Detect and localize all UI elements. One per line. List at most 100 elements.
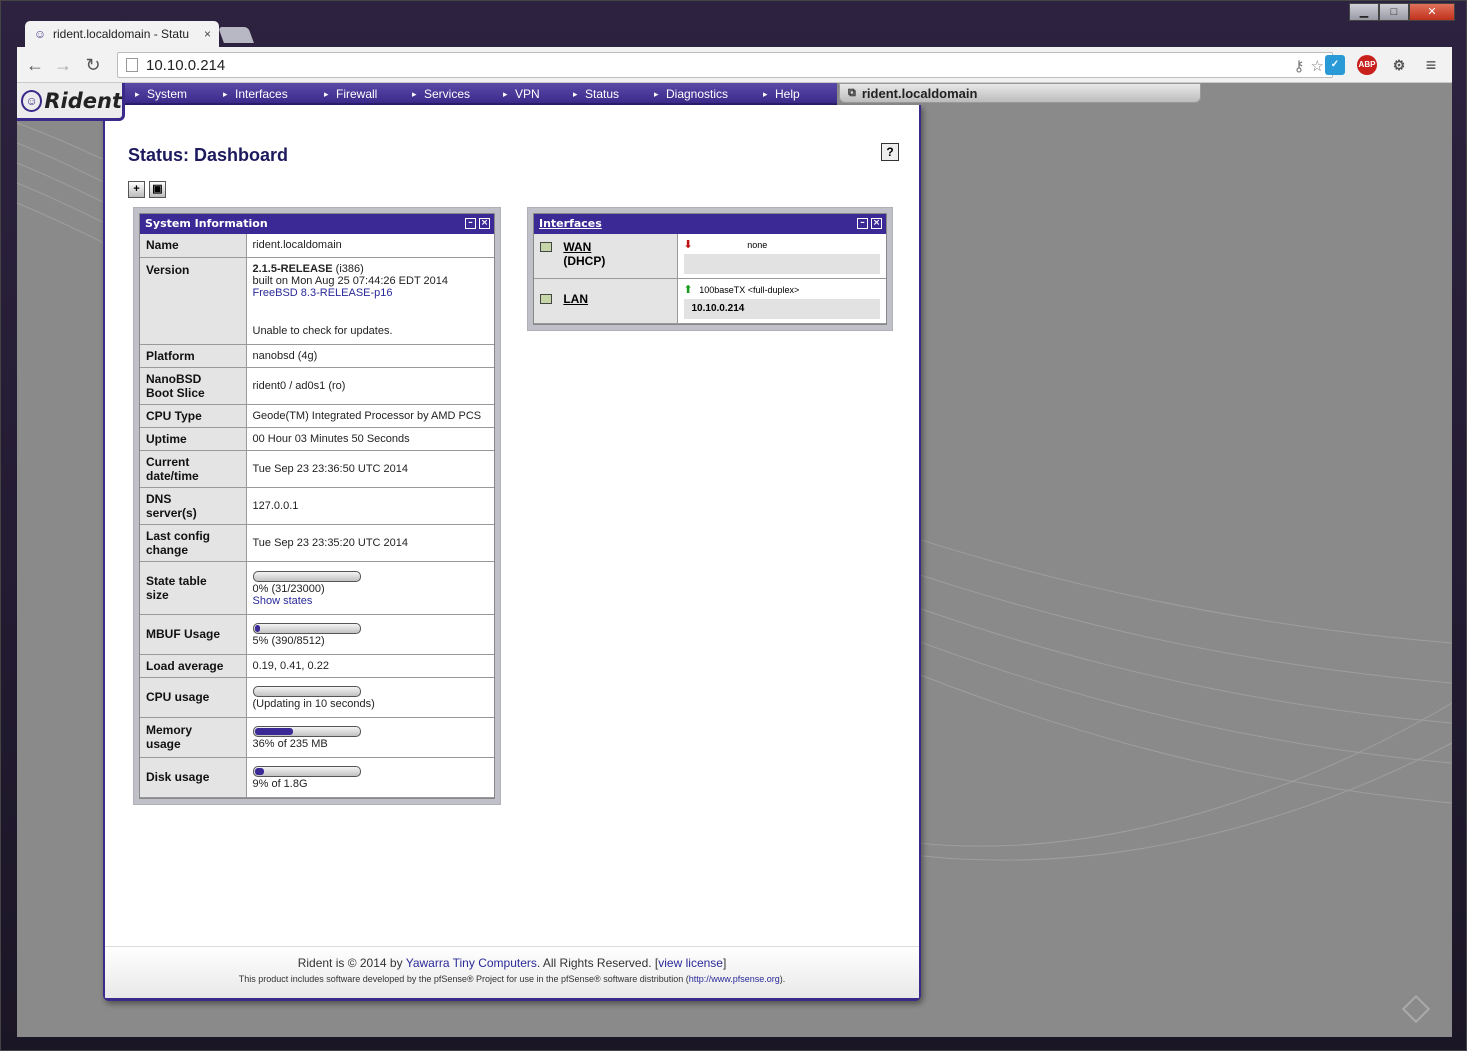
menu-status[interactable]: Status	[573, 83, 654, 105]
reload-button[interactable]: ↻	[79, 51, 107, 79]
tab-strip: ☺ rident.localdomain - Statu × ▁ □ ✕	[1, 1, 1467, 47]
label-line: server(s)	[146, 505, 197, 520]
notice-text: This product includes software developed…	[238, 974, 689, 984]
memory-usage-value: 36% of 235 MB	[252, 738, 328, 750]
rident-logo[interactable]: ☺ Rident	[17, 83, 125, 121]
progress-fill	[254, 625, 260, 632]
label-line: change	[146, 542, 189, 557]
pfsense-link[interactable]: http://www.pfsense.org	[689, 974, 780, 984]
window-controls: ▁ □ ✕	[1349, 3, 1455, 23]
table-row: CPU usage (Updating in 10 seconds)	[140, 677, 494, 718]
checkmark-extension-icon[interactable]: ✓	[1325, 55, 1345, 75]
table-row: Name rident.localdomain	[140, 234, 494, 258]
cpu-usage-value: (Updating in 10 seconds)	[252, 698, 375, 710]
row-value: 0.19, 0.41, 0.22	[246, 654, 494, 678]
table-row: NanoBSD Boot Slice rident0 / ad0s1 (ro)	[140, 367, 494, 405]
maximize-button[interactable]: □	[1379, 3, 1409, 21]
browser-window: ☺ rident.localdomain - Statu × ▁ □ ✕ ← →…	[0, 0, 1467, 1051]
table-row: Last config change Tue Sep 23 23:35:20 UT…	[140, 524, 494, 562]
chrome-menu-icon[interactable]: ≡	[1421, 55, 1441, 75]
row-value: nanobsd (4g)	[246, 344, 494, 368]
row-label: Disk usage	[140, 757, 247, 798]
mbuf-value: 5% (390/8512)	[252, 635, 325, 647]
menu-help[interactable]: Help	[763, 83, 823, 105]
menu-diagnostics[interactable]: Diagnostics	[654, 83, 763, 105]
system-info-header: System Information – ×	[140, 214, 494, 234]
link-up-arrow-icon: ⬆	[683, 284, 693, 296]
row-value: 00 Hour 03 Minutes 50 Seconds	[246, 427, 494, 451]
help-icon[interactable]: ?	[881, 143, 899, 161]
menu-vpn[interactable]: VPN	[503, 83, 573, 105]
system-info-table: Name rident.localdomain Version 2.1.5-RE…	[140, 234, 494, 798]
hostname: rident.localdomain	[861, 85, 978, 101]
menu-interfaces[interactable]: Interfaces	[223, 83, 324, 105]
mbuf-progress-bar	[252, 623, 361, 634]
wan-link[interactable]: WAN (DHCP)	[563, 240, 605, 268]
interfaces-widget: Interfaces – × WAN (DHCP) ⬇ none LAN ⬆ 1…	[527, 207, 893, 331]
table-row: Load average 0.19, 0.41, 0.22	[140, 654, 494, 678]
window-close-button[interactable]: ✕	[1409, 3, 1455, 21]
view-license-link[interactable]: view license	[658, 956, 723, 970]
add-widget-icon[interactable]: +	[128, 181, 145, 198]
forward-button[interactable]: →	[49, 51, 77, 79]
row-label: Platform	[140, 344, 247, 368]
lan-link[interactable]: LAN	[563, 292, 588, 306]
tab-close-icon[interactable]: ×	[204, 27, 211, 41]
row-label: DNS server(s)	[140, 487, 247, 525]
content-panel: Status: Dashboard ? + ▣ System Informati…	[103, 105, 921, 1001]
freebsd-version-link[interactable]: FreeBSD 8.3-RELEASE-p16	[253, 287, 489, 299]
row-value: Geode(TM) Integrated Processor by AMD PC…	[246, 404, 494, 428]
table-row: Memory usage 36% of 235 MB	[140, 717, 494, 758]
label-line: State table	[146, 573, 207, 588]
memory-progress-bar	[252, 726, 361, 737]
address-bar[interactable]: 10.10.0.214 ⚷ ☆	[117, 52, 1333, 78]
row-label: Name	[140, 234, 247, 258]
table-row: Uptime 00 Hour 03 Minutes 50 Seconds	[140, 427, 494, 451]
notice-text: ).	[779, 974, 786, 984]
browser-tab[interactable]: ☺ rident.localdomain - Statu ×	[25, 21, 219, 47]
menu-services[interactable]: Services	[412, 83, 503, 105]
new-tab-button[interactable]	[218, 27, 254, 43]
network-host-icon: ⧉	[848, 86, 856, 99]
back-button[interactable]: ←	[21, 51, 49, 79]
key-icon[interactable]: ⚷	[1294, 57, 1305, 75]
widget-title: System Information	[145, 217, 268, 230]
show-states-link[interactable]: Show states	[253, 595, 489, 607]
table-row: Platform nanobsd (4g)	[140, 344, 494, 368]
yawarra-link[interactable]: Yawarra Tiny Computers	[406, 956, 537, 970]
label-line: NanoBSD	[146, 371, 202, 386]
row-value: rident.localdomain	[246, 234, 494, 258]
version-line: 2.1.5-RELEASE (i386)	[253, 263, 489, 275]
page-footer: Rident is © 2014 by Yawarra Tiny Compute…	[105, 946, 919, 998]
version-release: 2.1.5-RELEASE	[252, 262, 333, 275]
minimize-button[interactable]: ▁	[1349, 3, 1379, 21]
adblock-extension-icon[interactable]: ABP	[1357, 55, 1377, 75]
row-label: MBUF Usage	[140, 614, 247, 655]
close-widget-icon[interactable]: ×	[871, 218, 882, 229]
page-title: Status: Dashboard	[128, 145, 289, 165]
version-arch: (i386)	[335, 262, 364, 275]
save-settings-icon[interactable]: ▣	[149, 181, 166, 198]
label-line: Memory	[146, 723, 193, 737]
link-down-arrow-icon: ⬇	[683, 239, 693, 251]
close-widget-icon[interactable]: ×	[479, 218, 490, 229]
page-icon	[126, 58, 138, 72]
bookmark-star-icon[interactable]: ☆	[1311, 57, 1324, 75]
minimize-widget-icon[interactable]: –	[857, 218, 868, 229]
row-label: CPU Type	[140, 404, 247, 428]
row-value: 36% of 235 MB	[246, 717, 494, 758]
menu-system[interactable]: System	[135, 83, 223, 105]
minimize-widget-icon[interactable]: –	[465, 218, 476, 229]
table-row: Version 2.1.5-RELEASE (i386) built on Mo…	[140, 257, 494, 345]
menu-firewall[interactable]: Firewall	[324, 83, 412, 105]
interfaces-title-link[interactable]: Interfaces	[539, 217, 602, 230]
extension-icon[interactable]: ⚙	[1389, 55, 1409, 75]
table-row: CPU Type Geode(TM) Integrated Processor …	[140, 404, 494, 428]
version-cell: 2.1.5-RELEASE (i386) built on Mon Aug 25…	[246, 257, 494, 345]
copyright-text: . All Rights Reserved. [	[536, 956, 659, 970]
interface-label: WAN (DHCP)	[534, 234, 678, 279]
row-label: Version	[140, 257, 247, 345]
network-port-icon	[540, 294, 552, 304]
progress-fill	[254, 728, 293, 735]
copyright-line: Rident is © 2014 by Yawarra Tiny Compute…	[105, 956, 919, 970]
